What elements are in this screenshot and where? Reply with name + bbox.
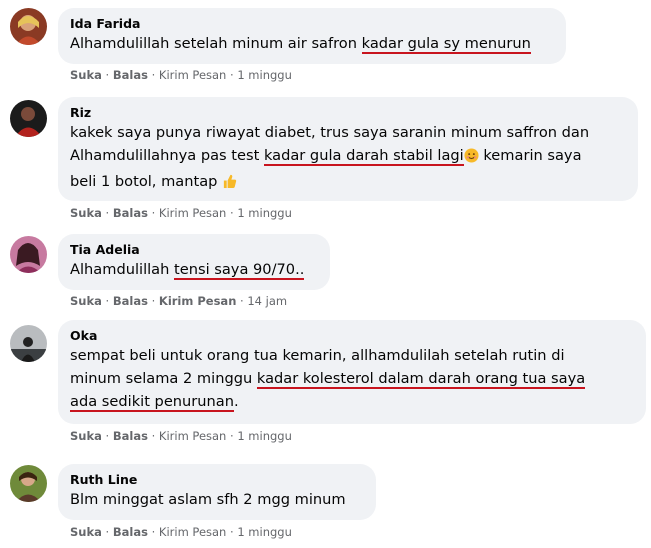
like-button[interactable]: Suka	[70, 206, 102, 220]
comment-actions: Suka · Balas · Kirim Pesan · 1 minggu	[70, 68, 292, 82]
timestamp[interactable]: 1 minggu	[237, 68, 292, 82]
highlighted-text: kadar gula sy menurun	[361, 35, 531, 54]
avatar[interactable]	[10, 236, 47, 273]
timestamp[interactable]: 1 minggu	[237, 525, 292, 539]
comment-actions: Suka · Balas · Kirim Pesan · 14 jam	[70, 294, 288, 308]
comment-bubble: Oka sempat beli untuk orang tua kemarin,…	[58, 320, 646, 424]
timestamp[interactable]: 14 jam	[247, 294, 287, 308]
send-message-link[interactable]: Kirim Pesan	[159, 206, 226, 220]
comment-actions: Suka · Balas · Kirim Pesan · 1 minggu	[70, 429, 292, 443]
comment-bubble: Tia Adelia Alhamdulillah tensi saya 90/7…	[58, 234, 330, 290]
reply-button[interactable]: Balas	[113, 429, 148, 443]
comment-text: kakek saya punya riwayat diabet, trus sa…	[70, 121, 626, 196]
reply-button[interactable]: Balas	[113, 294, 148, 308]
highlighted-text: kadar gula darah stabil lagi	[263, 147, 464, 166]
comment-bubble: Ida Farida Alhamdulillah setelah minum a…	[58, 8, 566, 64]
thumbs-up-emoji-icon	[222, 173, 237, 196]
reply-button[interactable]: Balas	[113, 525, 148, 539]
like-button[interactable]: Suka	[70, 294, 102, 308]
commenter-name[interactable]: Riz	[70, 104, 626, 121]
comment-actions: Suka · Balas · Kirim Pesan · 1 minggu	[70, 525, 292, 539]
comment-text: Blm minggat aslam sfh 2 mgg minum	[70, 491, 346, 508]
highlighted-text: tensi saya 90/70..	[174, 261, 305, 280]
highlighted-text: ada sedikit penurunan	[70, 393, 234, 412]
send-message-link[interactable]: Kirim Pesan	[159, 68, 226, 82]
smiling-face-emoji-icon	[464, 147, 479, 170]
send-message-link[interactable]: Kirim Pesan	[159, 429, 226, 443]
avatar[interactable]	[10, 100, 47, 137]
comment-actions: Suka · Balas · Kirim Pesan · 1 minggu	[70, 206, 292, 220]
like-button[interactable]: Suka	[70, 525, 102, 539]
comment-text: Alhamdulillah setelah minum air safron k…	[70, 35, 531, 54]
timestamp[interactable]: 1 minggu	[237, 429, 292, 443]
comment-text: Alhamdulillah tensi saya 90/70..	[70, 261, 305, 280]
send-message-link[interactable]: Kirim Pesan	[159, 294, 236, 308]
comment-text: sempat beli untuk orang tua kemarin, all…	[70, 347, 586, 412]
commenter-name[interactable]: Ruth Line	[70, 471, 364, 488]
avatar[interactable]	[10, 8, 47, 45]
like-button[interactable]: Suka	[70, 429, 102, 443]
comment-bubble: Riz kakek saya punya riwayat diabet, tru…	[58, 97, 638, 201]
reply-button[interactable]: Balas	[113, 206, 148, 220]
highlighted-text: kadar kolesterol dalam darah orang tua s…	[256, 370, 586, 389]
timestamp[interactable]: 1 minggu	[237, 206, 292, 220]
avatar[interactable]	[10, 325, 47, 362]
avatar[interactable]	[10, 465, 47, 502]
commenter-name[interactable]: Tia Adelia	[70, 241, 318, 258]
send-message-link[interactable]: Kirim Pesan	[159, 525, 226, 539]
comment-bubble: Ruth Line Blm minggat aslam sfh 2 mgg mi…	[58, 464, 376, 520]
commenter-name[interactable]: Ida Farida	[70, 15, 554, 32]
like-button[interactable]: Suka	[70, 68, 102, 82]
reply-button[interactable]: Balas	[113, 68, 148, 82]
commenter-name[interactable]: Oka	[70, 327, 634, 344]
